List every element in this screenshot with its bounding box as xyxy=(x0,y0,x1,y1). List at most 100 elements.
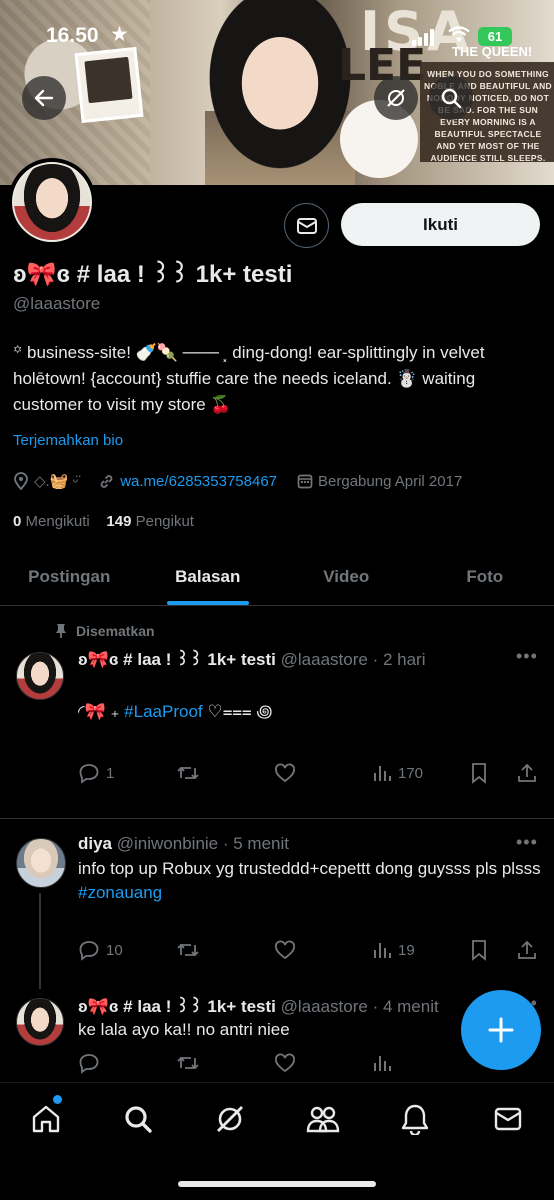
like-button[interactable] xyxy=(274,1053,302,1073)
battery-indicator: 61 xyxy=(478,27,512,46)
following-link[interactable]: 0 Mengikuti xyxy=(13,513,90,530)
grok-icon xyxy=(217,1106,243,1132)
followers-link[interactable]: 149 Pengikut xyxy=(106,513,194,530)
post-author-name[interactable]: ʚ🎀ɞ # laa ! ꒱꒱ 1k+ testi xyxy=(78,650,276,669)
tab-photos[interactable]: Foto xyxy=(416,548,554,605)
nav-notifications[interactable] xyxy=(395,1099,435,1139)
post-actions: 1 170 xyxy=(78,760,540,786)
status-time: 16.50 xyxy=(46,24,99,47)
repost-icon xyxy=(177,766,199,780)
post-time: · 2 hari xyxy=(372,650,426,669)
website-item[interactable]: wa.me/6285353758467 xyxy=(98,473,277,490)
compose-button[interactable] xyxy=(461,990,541,1070)
grok-button[interactable] xyxy=(374,76,418,120)
post-author-handle: @iniwonbinie xyxy=(116,834,219,853)
plus-icon xyxy=(488,1017,514,1043)
tab-replies[interactable]: Balasan xyxy=(139,548,278,605)
heart-icon xyxy=(275,940,295,960)
calendar-icon xyxy=(297,474,313,489)
post-author-handle: @laaastore xyxy=(280,650,368,669)
bookmark-button[interactable] xyxy=(470,762,494,784)
post-header: ʚ🎀ɞ # laa ! ꒱꒱ 1k+ testi @laaastore · 4 … xyxy=(78,995,439,1017)
views-icon xyxy=(374,766,391,781)
reply-button[interactable]: 10 xyxy=(78,939,123,961)
nav-search[interactable] xyxy=(118,1099,158,1139)
views-icon xyxy=(374,943,391,958)
profile-handle: @laaastore xyxy=(13,294,101,313)
post-hashtag[interactable]: #zonauang xyxy=(78,883,162,902)
repost-button[interactable] xyxy=(176,1052,206,1074)
pin-icon xyxy=(56,624,66,638)
notification-dot xyxy=(53,1095,62,1104)
following-count: 0 xyxy=(13,513,22,530)
display-name: ʚ🎀ɞ # laa ! ꒱꒱ 1k+ testi xyxy=(13,261,293,288)
star-icon: ★ xyxy=(110,23,129,46)
post-text-suffix: ♡⩶ ꩜ xyxy=(202,702,273,721)
reply-icon xyxy=(79,1054,99,1074)
post-author-name[interactable]: diya xyxy=(78,834,112,853)
bookmark-button[interactable] xyxy=(470,939,494,961)
pinned-label: Disematkan xyxy=(76,623,155,639)
back-button[interactable] xyxy=(22,76,66,120)
bookmark-icon xyxy=(472,940,486,961)
post-avatar[interactable] xyxy=(16,838,66,888)
view-count: 170 xyxy=(398,764,424,782)
tab-video[interactable]: Video xyxy=(277,548,416,605)
nav-home[interactable] xyxy=(26,1099,66,1139)
post-avatar[interactable] xyxy=(16,652,64,700)
link-icon xyxy=(100,474,113,488)
followers-label: Pengikut xyxy=(135,513,194,530)
like-button[interactable] xyxy=(274,940,302,960)
views-button[interactable]: 19 xyxy=(372,940,415,960)
post-divider xyxy=(0,818,554,819)
message-button[interactable] xyxy=(284,203,329,248)
post-author-name[interactable]: ʚ🎀ɞ # laa ! ꒱꒱ 1k+ testi xyxy=(78,997,276,1016)
repost-button[interactable] xyxy=(176,939,206,961)
post-text-prefix: ◜🎀 ₊ xyxy=(78,702,125,721)
follow-button[interactable]: Ikuti xyxy=(341,203,540,246)
heart-icon xyxy=(275,1053,295,1073)
like-button[interactable] xyxy=(274,763,302,783)
translate-bio-link[interactable]: Terjemahkan bio xyxy=(13,432,123,449)
profile-tabs: Postingan Balasan Video Foto xyxy=(0,548,554,606)
location-item: ◇.🧺 ᵕ̈ xyxy=(13,472,78,490)
tab-posts[interactable]: Postingan xyxy=(0,548,139,605)
reply-count: 10 xyxy=(106,941,123,959)
bell-icon xyxy=(401,1104,429,1135)
share-icon xyxy=(518,940,536,959)
arrow-left-icon xyxy=(34,89,54,107)
communities-icon xyxy=(306,1106,340,1133)
grok-icon xyxy=(387,89,405,107)
profile-avatar[interactable] xyxy=(8,158,96,246)
website-link[interactable]: wa.me/6285353758467 xyxy=(120,473,277,490)
follow-stats: 0 Mengikuti 149 Pengikut xyxy=(13,513,194,530)
nav-grok[interactable] xyxy=(210,1099,250,1139)
search-button[interactable] xyxy=(429,76,473,120)
nav-communities[interactable] xyxy=(303,1099,343,1139)
views-button[interactable]: 170 xyxy=(372,763,423,783)
more-options-button[interactable]: ••• xyxy=(516,646,538,667)
post-header: ʚ🎀ɞ # laa ! ꒱꒱ 1k+ testi @laaastore · 2 … xyxy=(78,648,426,670)
status-bar: 16.50 ★ 61 xyxy=(0,22,554,52)
reply-button[interactable] xyxy=(78,1052,106,1074)
envelope-icon xyxy=(494,1107,522,1131)
post-hashtag[interactable]: #LaaProof xyxy=(124,702,202,721)
post-header: diya @iniwonbinie · 5 menit xyxy=(78,834,289,854)
repost-button[interactable] xyxy=(176,762,206,784)
views-button[interactable] xyxy=(372,1053,398,1073)
share-button[interactable] xyxy=(516,762,544,784)
location-text: ◇.🧺 ᵕ̈ xyxy=(34,473,79,490)
repost-icon xyxy=(177,943,199,957)
nav-messages[interactable] xyxy=(488,1099,528,1139)
search-icon xyxy=(125,1106,152,1133)
post-text: ◜🎀 ₊ #LaaProof ♡⩶ ꩜ xyxy=(78,700,543,724)
repost-icon xyxy=(177,1056,199,1070)
post-avatar[interactable] xyxy=(16,998,64,1046)
joined-text: Bergabung April 2017 xyxy=(318,472,463,490)
reply-button[interactable]: 1 xyxy=(78,762,114,784)
post-time: · 4 menit xyxy=(372,997,439,1016)
post-author-handle: @laaastore xyxy=(280,997,368,1016)
post-actions: 10 19 xyxy=(78,937,540,963)
share-button[interactable] xyxy=(516,939,544,961)
more-options-button[interactable]: ••• xyxy=(516,832,538,853)
